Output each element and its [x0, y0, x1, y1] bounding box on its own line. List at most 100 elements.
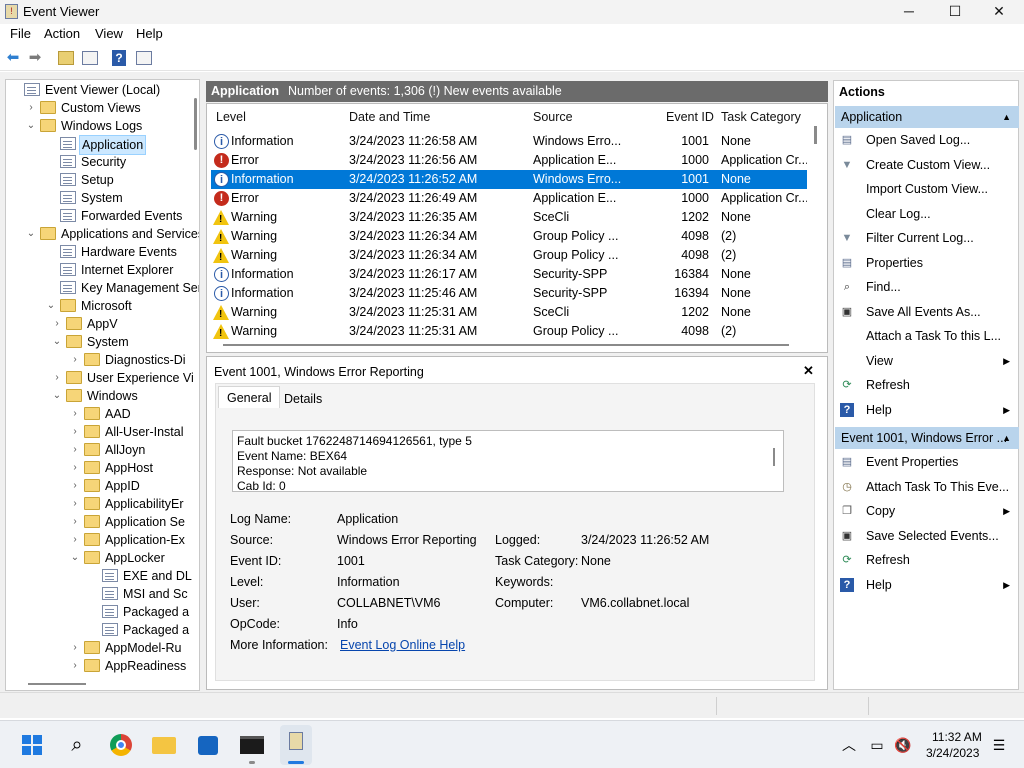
tree-node[interactable]: Packaged a: [6, 621, 192, 639]
action-item[interactable]: Clear Log...: [836, 202, 1018, 226]
tree-node[interactable]: Setup: [6, 171, 192, 189]
forward-arrow-icon[interactable]: ➡: [26, 49, 44, 67]
store-icon[interactable]: [195, 732, 221, 758]
tree-node[interactable]: › Application-Ex: [6, 531, 192, 549]
chevron-right-icon[interactable]: ›: [70, 513, 80, 531]
network-icon[interactable]: ▭: [864, 732, 890, 758]
tree-node[interactable]: ⌄ Microsoft: [6, 297, 192, 315]
action-item[interactable]: ▤ Properties: [836, 251, 1018, 275]
chevron-right-icon[interactable]: ›: [26, 99, 36, 117]
collapse-up-icon[interactable]: ▲: [1002, 427, 1011, 449]
table-row[interactable]: ! Warning 3/24/2023 11:26:35 AM SceCli 1202 N…: [211, 208, 807, 227]
event-log-online-help-link[interactable]: Event Log Online Help: [340, 638, 465, 652]
terminal-icon[interactable]: [239, 732, 265, 758]
chevron-down-icon[interactable]: ⌄: [52, 387, 62, 405]
action-item[interactable]: ⟳ Refresh: [836, 373, 1018, 397]
tree-node[interactable]: Forwarded Events: [6, 207, 192, 225]
chevron-down-icon[interactable]: ⌄: [46, 297, 56, 315]
column-header-source[interactable]: Source: [533, 110, 573, 124]
tree-node[interactable]: › AppHost: [6, 459, 192, 477]
up-folder-icon[interactable]: [58, 51, 74, 65]
chevron-right-icon[interactable]: ›: [70, 657, 80, 675]
taskbar-time[interactable]: 11:32 AM: [932, 730, 982, 744]
tree-node[interactable]: › AppID: [6, 477, 192, 495]
menu-file[interactable]: File: [10, 26, 31, 41]
tree-node[interactable]: › All-User-Instal: [6, 423, 192, 441]
tree-node[interactable]: › Diagnostics-Di: [6, 351, 192, 369]
start-windows-icon[interactable]: [19, 732, 45, 758]
action-item[interactable]: ▤ Open Saved Log...: [836, 128, 1018, 152]
event-description[interactable]: Fault bucket 1762248714694126561, type 5…: [232, 430, 784, 493]
action-item[interactable]: ◷ Attach Task To This Eve...: [836, 475, 1018, 499]
action-item[interactable]: ? Help ▶: [836, 573, 1018, 597]
chevron-right-icon[interactable]: ›: [70, 477, 80, 495]
tab-general[interactable]: General: [218, 386, 281, 408]
search-icon[interactable]: ⌕: [64, 732, 90, 758]
action-item[interactable]: ? Help ▶: [836, 398, 1018, 422]
show-hide-actions-icon[interactable]: [136, 51, 152, 65]
actions-section-event[interactable]: Event 1001, Windows Error ... ▲: [835, 427, 1019, 449]
tree-node[interactable]: Event Viewer (Local): [6, 81, 192, 99]
file-explorer-icon[interactable]: [151, 732, 177, 758]
tree-node[interactable]: Internet Explorer: [6, 261, 192, 279]
tree-node[interactable]: Packaged a: [6, 603, 192, 621]
action-item[interactable]: View ▶: [836, 349, 1018, 373]
action-item[interactable]: ▤ Event Properties: [836, 450, 1018, 474]
action-item[interactable]: ▣ Save All Events As...: [836, 300, 1018, 324]
menu-view[interactable]: View: [95, 26, 123, 41]
chevron-down-icon[interactable]: ⌄: [26, 117, 36, 135]
chevron-up-icon[interactable]: ︿: [836, 732, 862, 758]
collapse-up-icon[interactable]: ▲: [1002, 106, 1011, 128]
column-header-level[interactable]: Level: [216, 110, 246, 124]
tree-node[interactable]: Key Management Ser: [6, 279, 199, 297]
action-item[interactable]: ⟳ Refresh: [836, 548, 1018, 572]
tree-node[interactable]: ⌄ Applications and Services: [6, 225, 199, 243]
tab-details[interactable]: Details: [276, 388, 330, 410]
table-row[interactable]: ! Error 3/24/2023 11:26:56 AM Application E…: [211, 151, 807, 170]
actions-section-application[interactable]: Application ▲: [835, 106, 1019, 128]
tree-node[interactable]: › AppV: [6, 315, 192, 333]
tree-node[interactable]: Application: [6, 135, 192, 155]
detail-close-icon[interactable]: ✕: [803, 363, 814, 379]
column-header-event-id[interactable]: Event ID: [666, 110, 714, 124]
action-item[interactable]: Attach a Task To this L...: [836, 324, 1018, 348]
tree-node[interactable]: ⌄ Windows Logs: [6, 117, 192, 135]
chevron-right-icon[interactable]: ›: [70, 639, 80, 657]
tree-horizontal-scrollbar[interactable]: [28, 683, 86, 685]
action-item[interactable]: ▼ Create Custom View...: [836, 153, 1018, 177]
maximize-button[interactable]: ☐: [932, 0, 978, 24]
minimize-button[interactable]: ─: [886, 0, 932, 24]
table-row[interactable]: ! Warning 3/24/2023 11:25:31 AM SceCli 1202 N…: [211, 303, 807, 322]
menu-action[interactable]: Action: [44, 26, 80, 41]
show-hide-tree-icon[interactable]: [82, 51, 98, 65]
column-header-task-category[interactable]: Task Category: [721, 110, 801, 124]
chevron-right-icon[interactable]: ›: [70, 531, 80, 549]
chevron-down-icon[interactable]: ⌄: [52, 333, 62, 351]
chevron-down-icon[interactable]: ⌄: [70, 549, 80, 567]
tree-node[interactable]: › AllJoyn: [6, 441, 192, 459]
table-row[interactable]: i Information 3/24/2023 11:26:52 AM Windows…: [211, 170, 807, 189]
table-row[interactable]: ! Warning 3/24/2023 11:26:34 AM Group Polic…: [211, 227, 807, 246]
table-row[interactable]: i Information 3/24/2023 11:26:17 AM Securit…: [211, 265, 807, 284]
tree-node[interactable]: › Custom Views: [6, 99, 192, 117]
tree-node[interactable]: › AppReadiness: [6, 657, 192, 675]
action-item[interactable]: ❐ Copy ▶: [836, 499, 1018, 523]
chevron-right-icon[interactable]: ›: [70, 405, 80, 423]
chevron-right-icon[interactable]: ›: [52, 315, 62, 333]
tree-node[interactable]: System: [6, 189, 192, 207]
table-row[interactable]: i Information 3/24/2023 11:25:46 AM Securit…: [211, 284, 807, 303]
action-item[interactable]: ▼ Filter Current Log...: [836, 226, 1018, 250]
close-window-button[interactable]: ✕: [976, 0, 1022, 24]
tree-node[interactable]: › User Experience Vi: [6, 369, 194, 387]
tree-node[interactable]: EXE and DL: [6, 567, 192, 585]
tree-vertical-scrollbar[interactable]: [194, 98, 197, 150]
back-arrow-icon[interactable]: ⬅: [4, 49, 22, 67]
event-viewer-taskbar-icon[interactable]: [280, 725, 312, 765]
taskbar-date[interactable]: 3/24/2023: [926, 746, 979, 760]
chevron-right-icon[interactable]: ›: [70, 495, 80, 513]
tree-node[interactable]: ⌄ Windows: [6, 387, 192, 405]
help-icon[interactable]: ?: [112, 50, 126, 66]
speaker-muted-icon[interactable]: 🔇: [890, 732, 916, 758]
list-vertical-scrollbar[interactable]: [814, 126, 817, 144]
list-horizontal-scrollbar[interactable]: [223, 344, 789, 346]
